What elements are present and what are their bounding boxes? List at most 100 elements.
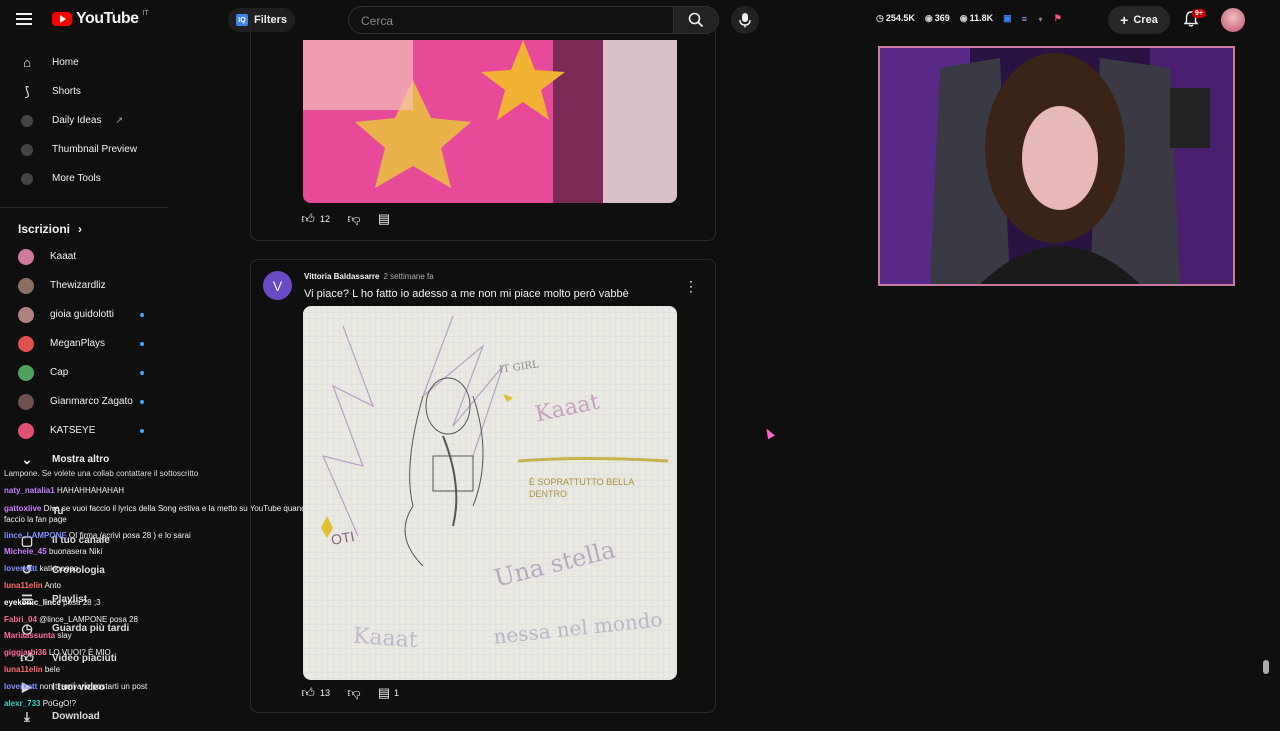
dislike-button[interactable]: 👎︎: [346, 685, 362, 701]
trophy-icon[interactable]: ♆: [1037, 14, 1044, 24]
chat-user: loverkatt: [4, 564, 38, 574]
alert-icon[interactable]: ⚑: [1054, 13, 1062, 24]
extension-icon[interactable]: ▣: [1003, 13, 1012, 24]
sidebar-item-label: Daily Ideas: [52, 115, 102, 126]
sidebar-item-daily-ideas[interactable]: Daily Ideas ↗: [0, 106, 168, 135]
create-label: Crea: [1133, 14, 1158, 26]
channel-avatar: [18, 248, 34, 265]
chat-text: @lince_LAMPONE posa 28: [39, 614, 138, 624]
youtube-play-icon: [52, 12, 72, 26]
channel-avatar: [18, 422, 34, 439]
chat-user: Michele_45: [4, 547, 47, 557]
sidebar-item-home[interactable]: ⌂ Home: [0, 48, 168, 77]
mic-icon: [739, 13, 751, 28]
chat-text: katkiooooo: [39, 564, 79, 574]
subscription-name: KATSEYE: [50, 425, 96, 436]
new-content-dot: [140, 370, 144, 375]
subscription-item[interactable]: Kaaat: [0, 242, 168, 271]
post-image[interactable]: IT GIRL Kaaat È SOPRATTUTTO BELLA DENTRO…: [303, 306, 677, 680]
post-author-avatar[interactable]: V: [263, 271, 292, 300]
channel-stats: ◷ 254.5K ◉ 369 ◉ 11.8K ▣ ≡ ♆ ⚑: [876, 13, 1062, 24]
sidebar-item-thumbnail-preview[interactable]: Thumbnail Preview: [0, 135, 168, 164]
subscription-item[interactable]: Gianmarco Zagato: [0, 387, 168, 416]
logo-text: YouTube: [76, 10, 139, 27]
channel-avatar: [18, 277, 34, 294]
webcam-overlay: [878, 46, 1235, 286]
stat-watchtime: ◷ 254.5K: [876, 13, 915, 23]
like-button[interactable]: 👍︎: [300, 211, 316, 227]
list-icon[interactable]: ≡: [1022, 14, 1027, 24]
new-content-dot: [140, 341, 144, 346]
mouse-cursor-icon: [763, 426, 775, 440]
chat-user: eyekonic_lince: [4, 597, 61, 607]
subscription-item[interactable]: MeganPlays: [0, 329, 168, 358]
filters-icon: IQ: [236, 14, 248, 26]
more-options-icon[interactable]: ⋮: [684, 278, 698, 294]
chat-text: posa 28 ;3: [63, 597, 101, 607]
chat-user: Mariaassunta: [4, 631, 56, 641]
drawing-label: Kaaat: [352, 623, 419, 654]
channel-avatar: [18, 364, 34, 381]
like-button[interactable]: 👍︎: [300, 685, 316, 701]
stat-views: ◉ 11.8K: [959, 13, 994, 23]
chat-user: luna11elin: [4, 580, 43, 590]
tool-icon: [21, 172, 33, 185]
plus-icon: +: [1120, 12, 1129, 28]
notifications-badge: 9+: [1192, 9, 1206, 18]
channel-avatar: [18, 306, 34, 323]
sidebar-item-label: Home: [52, 57, 79, 68]
channel-avatar: [18, 393, 34, 410]
subscription-item[interactable]: gioia guidolotti: [0, 300, 168, 329]
sidebar-item-label: Download: [52, 711, 100, 723]
chat-text: OI firma (scrivi posa 28 ) e lo sarai: [68, 530, 191, 540]
chat-text: PoGgO!?: [42, 698, 77, 708]
tool-icon: [21, 114, 33, 127]
post-time: 2 settimane fa: [383, 272, 434, 281]
new-content-dot: [140, 428, 144, 433]
clock-icon: ◷: [876, 13, 884, 23]
chat-user: loverkatt: [4, 681, 38, 691]
drawing-label: È SOPRATTUTTO BELLA DENTRO: [529, 477, 634, 499]
subscriptions-title[interactable]: Iscrizioni ›: [0, 216, 168, 242]
subscription-name: Kaaat: [50, 251, 77, 262]
sidebar-divider: [0, 207, 168, 208]
chat-user: Fabri_04: [4, 614, 37, 624]
sidebar: ⌂ Home ⟆ Shorts Daily Ideas ↗ Thumbnail …: [0, 48, 168, 474]
channel-avatar: [18, 335, 34, 352]
account-avatar[interactable]: [1221, 8, 1245, 32]
chat-user: luna11elin: [4, 664, 43, 674]
subscription-item[interactable]: Cap: [0, 358, 168, 387]
sidebar-item-shorts[interactable]: ⟆ Shorts: [0, 77, 168, 106]
stat-viewers: ◉ 369: [924, 13, 950, 23]
post-image-art: [303, 40, 677, 203]
subscription-item[interactable]: KATSEYE: [0, 416, 168, 445]
post-text: Vi piace? L ho fatto io adesso a me non …: [304, 288, 629, 300]
new-content-dot: [140, 312, 144, 317]
chat-user: alexr_733: [4, 698, 41, 708]
hamburger-menu-icon[interactable]: [14, 10, 34, 30]
subscription-name: MeganPlays: [50, 338, 106, 349]
eye-icon: ◉: [924, 13, 933, 23]
shorts-icon: ⟆: [24, 83, 30, 99]
subscription-item[interactable]: Thewizardliz: [0, 271, 168, 300]
comment-button[interactable]: ▤: [376, 685, 392, 701]
home-icon: ⌂: [23, 55, 31, 70]
scrollbar[interactable]: [1263, 660, 1269, 674]
chat-text: bele: [44, 664, 61, 674]
sidebar-item-label: More Tools: [52, 173, 101, 184]
sidebar-item-more-tools[interactable]: More Tools: [0, 164, 168, 193]
voice-search-button[interactable]: [731, 6, 759, 34]
tool-icon: [21, 143, 33, 156]
author-name: Vittoria Baldassarre: [304, 272, 380, 281]
post-author[interactable]: Vittoria Baldassarre 2 settimane fa: [304, 272, 434, 281]
dislike-button[interactable]: 👎︎: [346, 211, 362, 227]
chevron-right-icon: ›: [78, 222, 83, 236]
comment-button[interactable]: ▤: [376, 211, 392, 227]
chat-user: gattoxlive: [4, 503, 42, 513]
post-image[interactable]: [303, 40, 677, 203]
chat-text: HAHAHHAHAHAH: [56, 485, 125, 495]
subscription-name: gioia guidolotti: [50, 309, 114, 320]
youtube-logo[interactable]: YouTube IT: [52, 10, 149, 28]
create-button[interactable]: + Crea: [1108, 6, 1170, 34]
subscription-name: Thewizardliz: [50, 280, 106, 291]
